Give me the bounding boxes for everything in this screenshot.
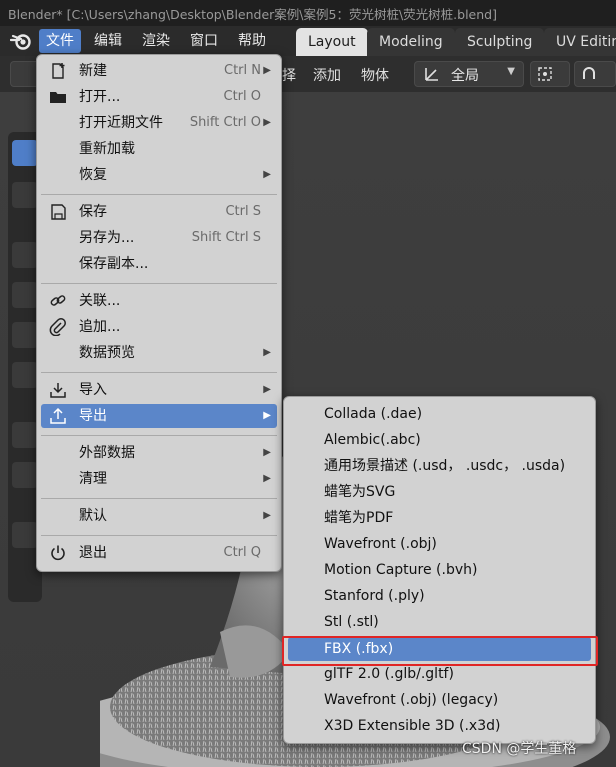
tab-layout[interactable]: Layout [296, 28, 368, 56]
append-icon [49, 318, 66, 336]
folder-icon [50, 92, 66, 103]
add-menu[interactable]: 添加 [313, 65, 341, 85]
cursor-tool[interactable] [12, 182, 38, 208]
export-icon [50, 407, 66, 424]
menu-item-new[interactable]: 新建 Ctrl N ▶ [41, 59, 277, 83]
window-title: Blender* [C:\Users\zhang\Desktop\Blender… [8, 6, 497, 22]
menu-separator [41, 194, 277, 195]
menu-item-recover[interactable]: 恢复 ▶ [41, 163, 277, 187]
submenu-arrow-icon: ▶ [263, 510, 271, 521]
menu-render[interactable]: 渲染 [135, 29, 177, 53]
orientation-dropdown[interactable]: 全局 ▼ [414, 61, 524, 87]
select-menu-partial[interactable]: 择 [282, 65, 296, 85]
scale-tool[interactable] [12, 322, 38, 348]
menu-separator [41, 283, 277, 284]
annotate-tool[interactable] [12, 422, 38, 448]
menu-item-import[interactable]: 导入 ▶ [41, 378, 277, 402]
rotate-tool[interactable] [12, 282, 38, 308]
menu-edit[interactable]: 编辑 [87, 29, 129, 53]
export-item-x3d[interactable]: X3D Extensible 3D (.x3d) [288, 714, 591, 738]
menu-item-export[interactable]: 导出 ▶ [41, 404, 277, 428]
export-item-usd[interactable]: 通用场景描述 (.usd， .usdc， .usda) [288, 454, 591, 478]
menu-help[interactable]: 帮助 [231, 29, 273, 53]
menu-item-link[interactable]: 关联... [41, 289, 277, 313]
menu-item-save-as[interactable]: 另存为... Shift Ctrl S [41, 226, 277, 250]
submenu-arrow-icon: ▶ [263, 65, 271, 76]
menu-item-save-copy[interactable]: 保存副本... [41, 252, 277, 276]
transform-tool[interactable] [12, 362, 38, 388]
move-tool[interactable] [12, 242, 38, 268]
submenu-arrow-icon: ▶ [263, 447, 271, 458]
new-file-icon [52, 63, 65, 79]
select-box-tool[interactable] [12, 140, 38, 166]
submenu-arrow-icon: ▶ [263, 384, 271, 395]
snap-toggle[interactable] [574, 61, 616, 87]
tab-modeling[interactable]: Modeling [367, 28, 455, 56]
export-item-stanford-ply[interactable]: Stanford (.ply) [288, 584, 591, 608]
import-icon [50, 383, 66, 398]
export-item-stl[interactable]: Stl (.stl) [288, 610, 591, 634]
menu-item-quit[interactable]: 退出 Ctrl Q [41, 541, 277, 565]
object-menu[interactable]: 物体 [361, 65, 389, 85]
export-item-alembic[interactable]: Alembic(.abc) [288, 428, 591, 452]
menu-item-save[interactable]: 保存 Ctrl S [41, 200, 277, 224]
menu-window[interactable]: 窗口 [183, 29, 225, 53]
orientation-value: 全局 [451, 68, 479, 84]
export-item-motion-capture[interactable]: Motion Capture (.bvh) [288, 558, 591, 582]
blender-logo-icon[interactable] [10, 31, 32, 51]
top-menu-bar: 文件 编辑 渲染 窗口 帮助 Layout Modeling Sculpting… [0, 26, 616, 56]
measure-tool[interactable] [12, 462, 38, 488]
export-item-gpencil-svg[interactable]: 蜡笔为SVG [288, 480, 591, 504]
magnet-icon [583, 67, 595, 79]
add-cube-tool[interactable] [12, 522, 38, 548]
export-submenu: Collada (.dae) Alembic(.abc) 通用场景描述 (.us… [283, 396, 596, 744]
menu-item-open-recent[interactable]: 打开近期文件 Shift Ctrl O ▶ [41, 111, 277, 135]
tab-uv-editing[interactable]: UV Editin [544, 28, 616, 56]
submenu-arrow-icon: ▶ [263, 410, 271, 421]
fbx-highlight-annotation [282, 636, 598, 666]
save-icon [51, 204, 66, 220]
submenu-arrow-icon: ▶ [263, 117, 271, 128]
menu-separator [41, 535, 277, 536]
window-title-bar: Blender* [C:\Users\zhang\Desktop\Blender… [0, 0, 616, 26]
export-item-gpencil-pdf[interactable]: 蜡笔为PDF [288, 506, 591, 530]
menu-item-revert[interactable]: 重新加载 [41, 137, 277, 161]
menu-item-external-data[interactable]: 外部数据 ▶ [41, 441, 277, 465]
submenu-arrow-icon: ▶ [263, 347, 271, 358]
menu-separator [41, 435, 277, 436]
file-menu-dropdown: 新建 Ctrl N ▶ 打开... Ctrl O 打开近期文件 Shift Ct… [36, 54, 282, 572]
submenu-arrow-icon: ▶ [263, 473, 271, 484]
tab-sculpting[interactable]: Sculpting [455, 28, 545, 56]
chevron-down-icon: ▼ [507, 66, 515, 77]
menu-item-clean-up[interactable]: 清理 ▶ [41, 467, 277, 491]
link-icon [50, 295, 66, 306]
submenu-arrow-icon: ▶ [263, 169, 271, 180]
export-item-wavefront-obj-legacy[interactable]: Wavefront (.obj) (legacy) [288, 688, 591, 712]
export-item-collada[interactable]: Collada (.dae) [288, 402, 591, 426]
menu-item-append[interactable]: 追加... [41, 315, 277, 339]
menu-item-open[interactable]: 打开... Ctrl O [41, 85, 277, 109]
orientation-icon [425, 68, 438, 81]
watermark-text: CSDN @学生董格 [462, 741, 577, 757]
power-icon [51, 545, 65, 561]
pivot-icon [538, 67, 552, 81]
menu-item-data-previews[interactable]: 数据预览 ▶ [41, 341, 277, 365]
menu-separator [41, 498, 277, 499]
menu-separator [41, 372, 277, 373]
export-item-wavefront-obj[interactable]: Wavefront (.obj) [288, 532, 591, 556]
pivot-point-dropdown[interactable] [530, 61, 570, 87]
menu-file[interactable]: 文件 [39, 29, 81, 53]
menu-item-defaults[interactable]: 默认 ▶ [41, 504, 277, 528]
